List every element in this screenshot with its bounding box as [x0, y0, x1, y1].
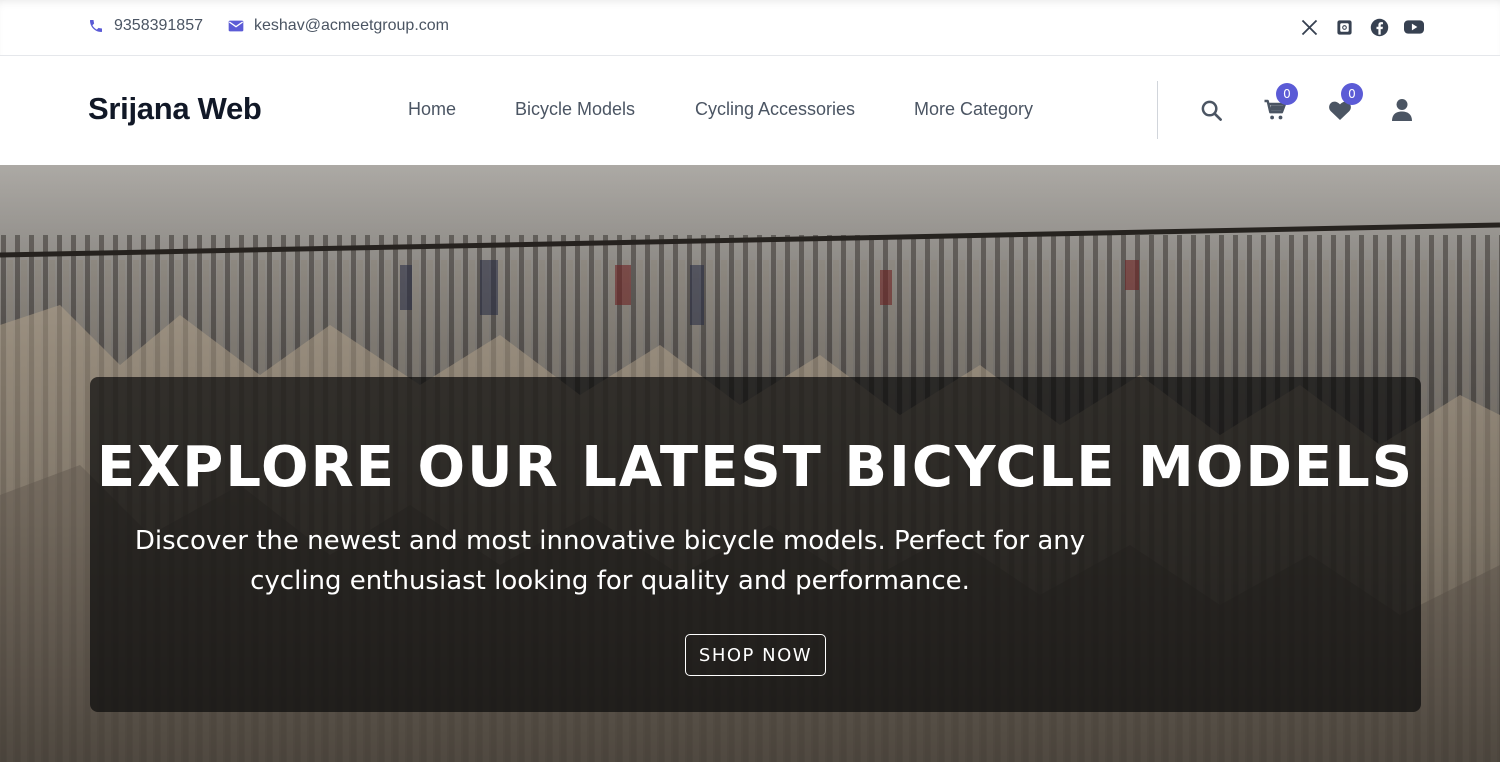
- account-button[interactable]: [1389, 97, 1415, 123]
- cart-count-badge: 0: [1276, 83, 1298, 105]
- shop-now-button[interactable]: SHOP NOW: [685, 634, 826, 676]
- instagram-icon[interactable]: [1334, 17, 1354, 37]
- nav-more-category[interactable]: More Category: [914, 99, 1033, 120]
- facebook-icon[interactable]: [1369, 17, 1389, 37]
- hero-content-box: EXPLORE OUR LATEST BICYCLE MODELS Discov…: [90, 377, 1421, 712]
- nav-home[interactable]: Home: [408, 99, 456, 120]
- wishlist-count-badge: 0: [1341, 83, 1363, 105]
- search-button[interactable]: [1198, 97, 1224, 123]
- user-icon: [1392, 99, 1412, 121]
- brand-logo[interactable]: Srijana Web: [88, 91, 262, 127]
- phone-number: 9358391857: [114, 17, 203, 34]
- top-bar: 9358391857 keshav@acmeetgroup.com: [0, 0, 1500, 56]
- nav-bicycle-models[interactable]: Bicycle Models: [515, 99, 635, 120]
- phone-icon: [90, 20, 102, 32]
- hero-title: EXPLORE OUR LATEST BICYCLE MODELS: [96, 435, 1415, 500]
- header-divider: [1157, 81, 1158, 139]
- wishlist-button[interactable]: 0: [1327, 83, 1363, 123]
- x-icon[interactable]: [1299, 17, 1319, 37]
- social-links: [1284, 17, 1424, 37]
- email-contact[interactable]: keshav@acmeetgroup.com: [228, 17, 449, 35]
- envelope-icon: [228, 20, 244, 32]
- phone-contact[interactable]: 9358391857: [88, 17, 203, 35]
- search-icon: [1201, 100, 1222, 121]
- youtube-icon[interactable]: [1404, 17, 1424, 37]
- main-header: Srijana Web Home Bicycle Models Cycling …: [0, 57, 1500, 165]
- nav-cycling-accessories[interactable]: Cycling Accessories: [695, 99, 855, 120]
- hero-subtitle: Discover the newest and most innovative …: [134, 526, 1086, 596]
- cart-button[interactable]: 0: [1262, 83, 1298, 123]
- hero-banner: EXPLORE OUR LATEST BICYCLE MODELS Discov…: [0, 165, 1500, 762]
- email-address: keshav@acmeetgroup.com: [254, 17, 449, 34]
